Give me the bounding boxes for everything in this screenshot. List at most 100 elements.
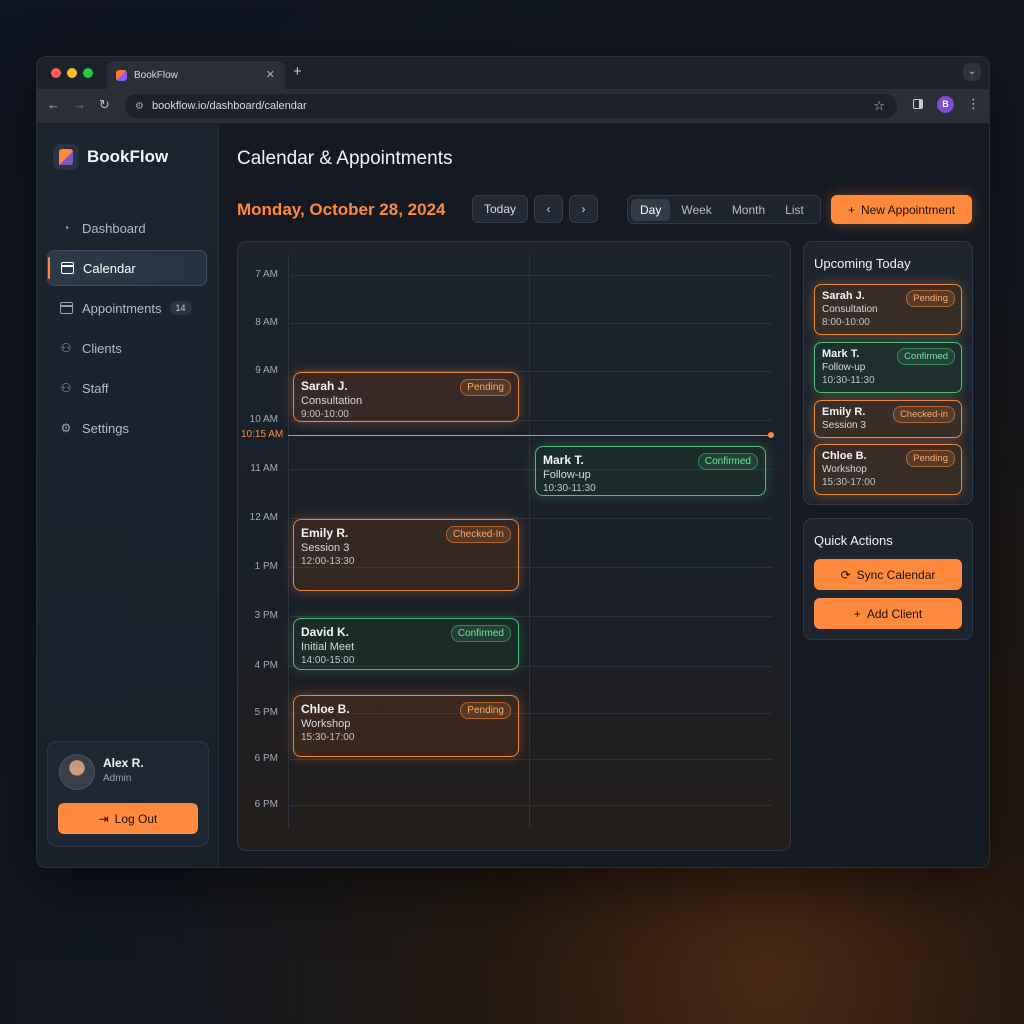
dashboard-icon: ◔ [62,221,70,235]
next-day-button[interactable]: › [569,195,598,223]
hour-line [290,323,772,324]
view-list-tab[interactable]: List [776,199,813,221]
status-badge: Confirmed [450,625,511,642]
profile-avatar[interactable]: B [937,96,954,113]
current-time-line [288,435,772,436]
appointment-card[interactable]: Chloe B. Workshop 15:30-17:00 Pending [293,695,519,757]
prev-day-button[interactable]: ‹ [534,195,563,223]
forward-arrow-icon[interactable]: → [73,97,86,112]
appointment-time: 12:00-13:30 [301,556,355,567]
maximize-window-button[interactable] [83,68,93,78]
day-calendar: 7 AM 8 AM 9 AM 10 AM 11 AM 12 AM 1 PM 3 … [237,241,791,851]
hour-line [290,805,772,806]
sidebar-item-clients[interactable]: ⚇ Clients [47,330,207,366]
favicon-icon [116,69,127,81]
browser-tab[interactable]: BookFlow ✕ [107,61,285,89]
upcoming-item[interactable]: Mark T. Follow-up 10:30-11:30 Confirmed [814,342,962,393]
upcoming-item[interactable]: Chloe B. Workshop 15:30-17:00 Pending [814,444,962,495]
status-badge: Confirmed [897,348,955,365]
bookmark-star-icon[interactable]: ☆ [873,98,885,114]
today-button[interactable]: Today [472,195,528,223]
view-month-tab[interactable]: Month [723,199,774,221]
upcoming-title: Upcoming Today [814,256,911,271]
tab-search-button[interactable]: ⌄ [963,63,981,81]
appointment-time: 14:00-15:00 [301,655,355,666]
tab-close-icon[interactable]: ✕ [266,68,275,81]
hour-label: 4 PM [254,660,278,671]
minimize-window-button[interactable] [67,68,77,78]
hour-label: 7 AM [255,269,278,280]
upcoming-panel: Upcoming Today Sarah J. Consultation 8:0… [803,241,973,505]
view-week-tab[interactable]: Week [672,199,720,221]
upcoming-time: 15:30-17:00 [822,477,876,488]
status-badge: Checked-in [892,406,955,423]
plus-icon: + [847,202,855,217]
chevron-right-icon: › [581,202,586,216]
main-content: Calendar & Appointments Monday, October … [219,124,989,867]
tab-bar: BookFlow ✕ + ⌄ [37,57,989,89]
sidebar: BookFlow ◔ Dashboard Calendar Appointmen… [37,124,219,867]
hour-label: 3 PM [254,610,278,621]
sync-calendar-button[interactable]: ⟳ Sync Calendar [814,559,962,590]
browser-toolbar: ← → ↻ ⚙ bookflow.io/dashboard/calendar ☆… [37,89,989,124]
status-badge: Checked-In [445,526,511,543]
upcoming-time: 10:30-11:30 [822,375,875,386]
appointment-card[interactable]: David K. Initial Meet 14:00-15:00 Confir… [293,618,519,670]
hour-line [290,616,772,617]
reload-icon[interactable]: ↻ [99,97,110,113]
logo-icon [53,144,79,170]
sidebar-item-label: Appointments [82,300,162,316]
close-window-button[interactable] [51,68,61,78]
back-arrow-icon[interactable]: ← [47,97,60,112]
hour-label: 5 PM [254,707,278,718]
new-appointment-button[interactable]: + New Appointment [831,195,972,224]
add-client-label: Add Client [866,606,923,621]
upcoming-item[interactable]: Emily R. Session 3 Checked-in [814,400,962,438]
status-badge: Confirmed [697,453,758,470]
sidebar-item-calendar[interactable]: Calendar [47,250,207,286]
appointment-type: Workshop [301,718,351,730]
hour-label: 6 PM [254,799,278,810]
address-bar[interactable]: ⚙ bookflow.io/dashboard/calendar ☆ [125,94,897,118]
user-role: Admin [103,773,132,784]
sync-calendar-label: Sync Calendar [856,567,936,582]
status-badge: Pending [460,702,511,719]
column-divider [529,254,530,829]
sidebar-item-dashboard[interactable]: ◔ Dashboard [47,210,207,246]
brand-name: BookFlow [87,147,169,166]
appointment-card[interactable]: Emily R. Session 3 12:00-13:30 Checked-I… [293,519,519,591]
sidebar-item-appointments[interactable]: Appointments 14 [47,290,207,326]
hour-label: 10 AM [249,414,278,425]
add-client-button[interactable]: + Add Client [814,598,962,629]
user-card: Alex R. Admin ⇥ Log Out [47,741,209,847]
upcoming-time: 8:00-10:00 [822,317,870,328]
appointment-time: 9:00-10:00 [301,409,349,420]
plus-icon: + [853,606,861,621]
sidebar-item-staff[interactable]: ⚇ Staff [47,370,207,406]
browser-menu-icon[interactable]: ⋮ [967,96,980,112]
avatar[interactable] [59,754,95,790]
upcoming-item[interactable]: Sarah J. Consultation 8:00-10:00 Pending [814,284,962,335]
appointments-icon [59,301,73,315]
quick-actions-title: Quick Actions [814,533,893,548]
new-tab-button[interactable]: + [293,63,302,80]
appointment-type: Consultation [301,395,363,407]
hour-label: 11 AM [250,463,278,474]
view-day-tab[interactable]: Day [631,198,671,221]
appointment-card[interactable]: Mark T. Follow-up 10:30-11:30 Confirmed [535,446,766,496]
brand[interactable]: BookFlow [53,144,168,170]
time-column-divider [288,254,289,829]
status-badge: Pending [906,450,955,467]
tab-title: BookFlow [134,69,178,81]
current-time-dot [768,432,774,438]
user-name: Alex R. [103,756,144,770]
side-panel-icon[interactable] [913,99,923,109]
sidebar-item-settings[interactable]: ⚙ Settings [47,410,207,446]
sync-icon: ⟳ [840,567,851,582]
logout-label: Log Out [114,811,158,826]
logout-button[interactable]: ⇥ Log Out [58,803,198,834]
appointment-card[interactable]: Sarah J. Consultation 9:00-10:00 Pending [293,372,519,422]
appointment-type: Initial Meet [301,641,355,653]
appointment-type: Follow-up [543,469,591,481]
site-info-icon[interactable]: ⚙ [135,101,144,112]
